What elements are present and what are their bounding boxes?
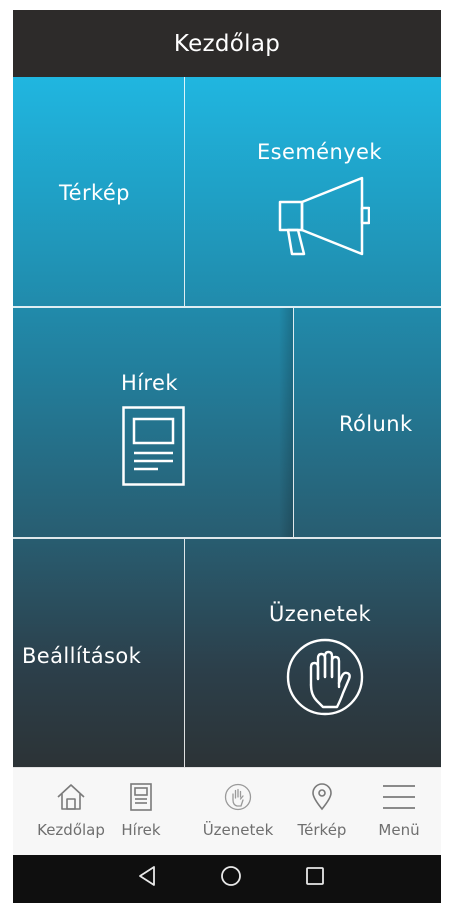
tile-grid: Térkép Események Hírek Rólunk Beállításo… bbox=[13, 77, 441, 767]
tile-events-label: Események bbox=[257, 140, 382, 164]
hand-icon bbox=[285, 637, 365, 717]
nav-tab-home[interactable]: Kezdőlap bbox=[31, 768, 111, 856]
nav-menu-label: Menü bbox=[378, 821, 420, 839]
hand-icon bbox=[224, 781, 252, 813]
tile-about[interactable]: Rólunk bbox=[294, 308, 441, 537]
tile-map[interactable]: Térkép bbox=[13, 77, 184, 306]
home-circle-icon[interactable] bbox=[220, 865, 242, 891]
tile-news[interactable]: Hírek bbox=[13, 308, 293, 537]
app-screen: Kezdőlap Térkép Események Hírek Rólunk B… bbox=[13, 10, 441, 903]
nav-map-label: Térkép bbox=[297, 821, 347, 839]
nav-news-label: Hírek bbox=[121, 821, 161, 839]
app-header: Kezdőlap bbox=[13, 10, 441, 77]
tile-news-label: Hírek bbox=[121, 371, 178, 395]
hamburger-icon bbox=[382, 781, 416, 813]
map-pin-icon bbox=[311, 781, 333, 813]
tile-about-label: Rólunk bbox=[339, 412, 413, 436]
nav-tab-menu[interactable]: Menü bbox=[369, 768, 429, 856]
nav-tab-news[interactable]: Hírek bbox=[116, 768, 166, 856]
system-nav-bar bbox=[13, 855, 441, 903]
recents-square-icon[interactable] bbox=[304, 865, 326, 891]
news-icon bbox=[122, 406, 185, 486]
megaphone-icon bbox=[278, 175, 370, 257]
back-triangle-icon[interactable] bbox=[137, 865, 157, 891]
nav-messages-label: Üzenetek bbox=[202, 821, 274, 839]
page-title: Kezdőlap bbox=[173, 30, 281, 57]
nav-tab-map[interactable]: Térkép bbox=[289, 768, 355, 856]
nav-home-label: Kezdőlap bbox=[37, 821, 105, 839]
tile-settings-label: Beállítások bbox=[22, 644, 142, 668]
tile-map-label: Térkép bbox=[59, 181, 130, 205]
app-frame: Kezdőlap Térkép Események Hírek Rólunk B… bbox=[0, 0, 454, 903]
home-icon bbox=[56, 781, 86, 813]
news-icon bbox=[130, 781, 152, 813]
bottom-nav: Kezdőlap Hírek Üzenetek Térkép Menü bbox=[13, 767, 441, 856]
tile-settings[interactable]: Beállítások bbox=[13, 539, 184, 767]
tile-events[interactable]: Események bbox=[185, 77, 441, 306]
nav-tab-messages[interactable]: Üzenetek bbox=[193, 768, 283, 856]
tile-messages-label: Üzenetek bbox=[269, 602, 372, 626]
tile-messages[interactable]: Üzenetek bbox=[185, 539, 441, 767]
